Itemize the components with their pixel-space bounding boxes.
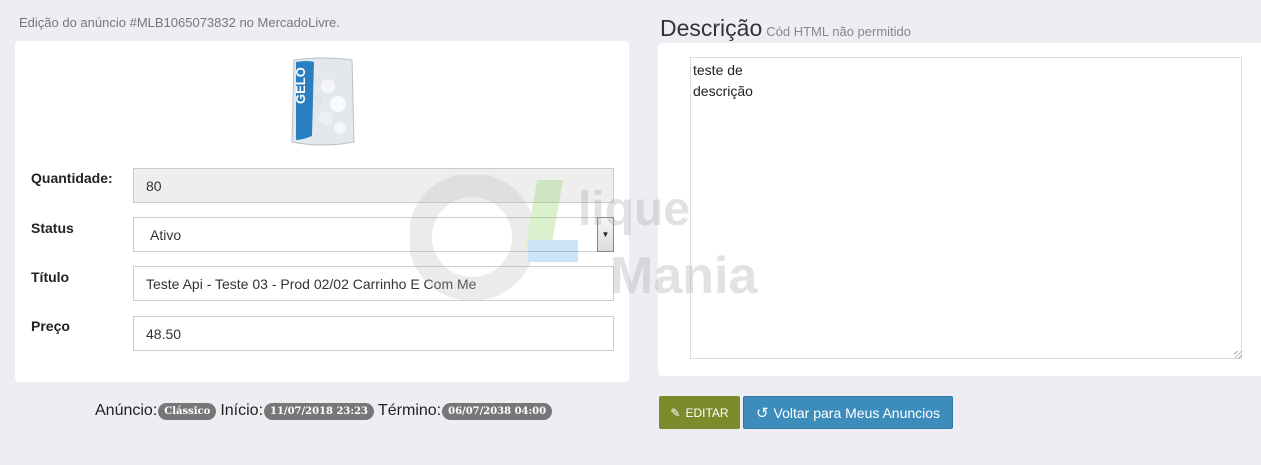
- quantity-value: 80: [146, 177, 162, 194]
- product-image-label: GELO: [293, 67, 308, 104]
- status-value: Ativo: [150, 226, 182, 243]
- inicio-badge: 11/07/2018 23:23: [264, 402, 374, 420]
- description-card: teste de descrição: [658, 43, 1261, 376]
- resize-grip-icon[interactable]: [1234, 351, 1242, 359]
- quantity-field[interactable]: 80: [133, 168, 614, 203]
- title-input[interactable]: Teste Api - Teste 03 - Prod 02/02 Carrin…: [133, 266, 614, 301]
- price-value: 48.50: [146, 325, 182, 342]
- listing-info: Anúncio: Clássico Início: 11/07/2018 23:…: [95, 402, 556, 420]
- description-textarea[interactable]: teste de descrição: [690, 57, 1242, 359]
- anuncio-badge: Clássico: [158, 402, 217, 420]
- quantity-label: Quantidade:: [31, 170, 113, 186]
- inicio-label: Início:: [220, 402, 264, 419]
- title-value: Teste Api - Teste 03 - Prod 02/02 Carrin…: [146, 275, 477, 292]
- anuncio-label: Anúncio:: [95, 402, 158, 419]
- product-image: GELO: [291, 57, 355, 146]
- description-subtitle: Cód HTML não permitido: [766, 24, 912, 39]
- price-label: Preço: [31, 318, 70, 334]
- price-input[interactable]: 48.50: [133, 316, 614, 351]
- edit-icon: ✎: [670, 405, 681, 420]
- description-heading: Descrição Cód HTML não permitido: [660, 15, 911, 42]
- termino-badge: 06/07/2038 04:00: [442, 402, 553, 420]
- back-to-listings-button[interactable]: ↺ Voltar para Meus Anuncios: [743, 396, 953, 429]
- termino-label: Término:: [378, 402, 442, 419]
- title-label: Título: [31, 269, 70, 285]
- edit-button[interactable]: ✎ EDITAR: [659, 396, 740, 429]
- product-form-card: GELO Quantidade: 80 Status Ativo ▼ Títul…: [15, 41, 629, 382]
- description-title: Descrição: [660, 15, 763, 41]
- dropdown-arrow-icon[interactable]: ▼: [597, 217, 614, 252]
- status-select[interactable]: Ativo ▼: [133, 217, 614, 252]
- status-label: Status: [31, 220, 74, 236]
- back-button-label: Voltar para Meus Anuncios: [773, 404, 941, 421]
- undo-icon: ↺: [755, 404, 769, 422]
- page-header-text: Edição do anúncio #MLB1065073832 no Merc…: [19, 15, 340, 30]
- edit-button-label: EDITAR: [685, 405, 729, 420]
